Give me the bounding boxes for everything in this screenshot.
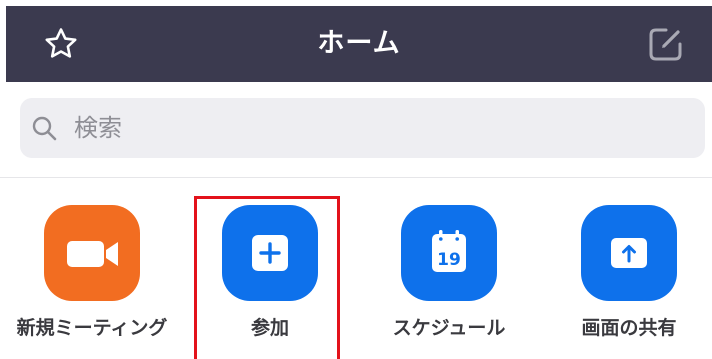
calendar-icon: 19 [432, 230, 466, 272]
search-icon [30, 114, 58, 142]
page-title: ホーム [317, 28, 401, 59]
calendar-day: 19 [437, 250, 461, 270]
top-bar: ホーム [6, 6, 712, 82]
home-screen: ホーム 検索 新規ミーティング 参加 19 スケジュール 画面の共有 [0, 0, 712, 359]
video-camera-icon [67, 241, 118, 267]
new-meeting-action[interactable]: 新規ミーティング [2, 205, 182, 355]
new-meeting-button[interactable] [44, 205, 140, 301]
schedule-action[interactable]: 19 スケジュール [359, 205, 539, 355]
search-bar[interactable]: 検索 [20, 98, 705, 158]
join-action[interactable]: 参加 [180, 205, 360, 355]
share-screen-label: 画面の共有 [581, 317, 677, 339]
search-placeholder: 検索 [74, 114, 122, 142]
schedule-label: スケジュール [392, 317, 506, 339]
new-meeting-label: 新規ミーティング [16, 317, 168, 339]
divider [0, 177, 712, 178]
join-label: 参加 [250, 317, 289, 339]
share-screen-button[interactable] [581, 205, 677, 301]
join-button[interactable] [222, 205, 318, 301]
edit-icon[interactable] [646, 24, 686, 64]
share-screen-action[interactable]: 画面の共有 [539, 205, 712, 355]
share-screen-icon [611, 238, 647, 268]
plus-icon [252, 235, 288, 271]
schedule-button[interactable]: 19 [401, 205, 497, 301]
